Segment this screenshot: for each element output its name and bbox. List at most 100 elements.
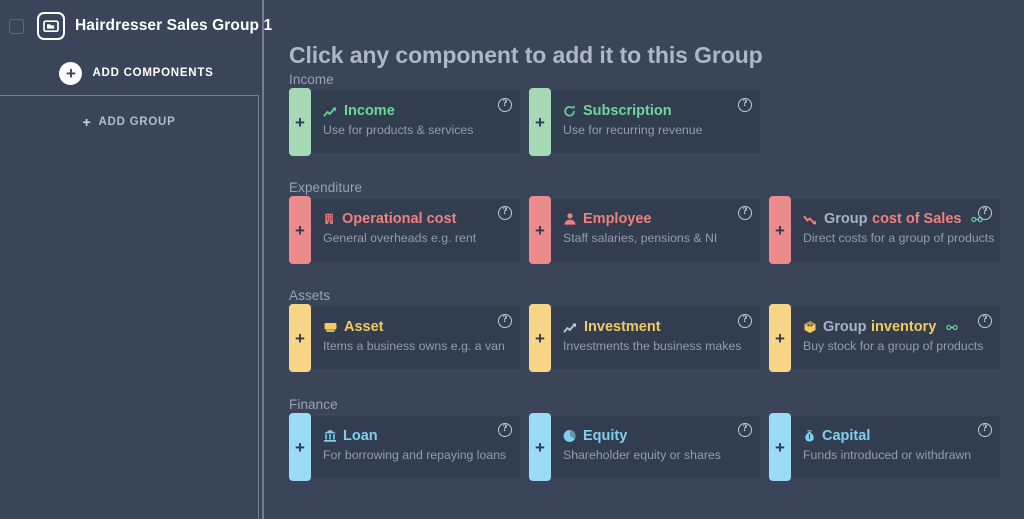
- card-subtitle: Shareholder equity or shares: [563, 447, 721, 462]
- help-icon[interactable]: ?: [978, 206, 992, 220]
- trending-up-icon: [563, 321, 578, 334]
- card-title: Income: [323, 103, 520, 120]
- component-cards-row: + Loan For borrowing and repaying loans? + E…: [289, 413, 1000, 481]
- section-expenditure: Expenditure + Operational cost General over…: [289, 180, 1000, 264]
- card-subtitle: Funds introduced or withdrawn: [803, 447, 972, 462]
- card-title-text: inventory: [871, 319, 937, 335]
- card-title-text: cost of Sales: [872, 211, 962, 227]
- card-title: Group inventory: [803, 319, 1000, 336]
- card-body: Loan For borrowing and repaying loans: [311, 416, 520, 478]
- add-component-grip[interactable]: +: [529, 88, 551, 156]
- add-group-button[interactable]: + ADD GROUP: [0, 107, 258, 137]
- plus-icon: +: [82, 114, 92, 130]
- help-icon[interactable]: ?: [978, 423, 992, 437]
- component-card-group-inventory[interactable]: + Group inventory Buy stock for a group of …: [769, 304, 1000, 372]
- card-subtitle: Investments the business makes: [563, 338, 742, 353]
- section-finance: Finance + Loan For borrowing and repaying l…: [289, 397, 1000, 481]
- help-icon[interactable]: ?: [738, 98, 752, 112]
- add-component-grip[interactable]: +: [289, 413, 311, 481]
- add-group-label: ADD GROUP: [98, 116, 176, 128]
- card-subtitle: Items a business owns e.g. a van: [323, 338, 505, 353]
- money-bag-icon: [803, 429, 816, 443]
- card-subtitle: For borrowing and repaying loans: [323, 447, 507, 462]
- card-title-text: Loan: [343, 428, 378, 444]
- component-card-income[interactable]: + Income Use for products & services?: [289, 88, 520, 156]
- group-select-checkbox[interactable]: [9, 18, 24, 34]
- folder-icon: [37, 12, 65, 40]
- section-label: Income: [289, 72, 334, 87]
- help-icon[interactable]: ?: [498, 98, 512, 112]
- card-title: Loan: [323, 428, 520, 445]
- card-title: Subscription: [563, 103, 760, 120]
- add-component-grip[interactable]: +: [529, 304, 551, 372]
- component-card-subscription[interactable]: + Subscription Use for recurring revenue?: [529, 88, 760, 156]
- section-label: Finance: [289, 397, 338, 412]
- add-component-grip[interactable]: +: [769, 413, 791, 481]
- group-header: Hairdresser Sales Group 1: [0, 0, 272, 52]
- add-component-grip[interactable]: +: [529, 413, 551, 481]
- component-cards-row: + Operational cost General overheads e.g. …: [289, 196, 1000, 264]
- add-component-grip[interactable]: +: [769, 196, 791, 264]
- card-title-text: Operational cost: [342, 211, 457, 227]
- card-body: Capital Funds introduced or withdrawn: [791, 416, 1000, 478]
- card-title: Investment: [563, 319, 760, 336]
- group-sidebar: Hairdresser Sales Group 1 + ADD COMPONEN…: [0, 0, 272, 519]
- add-component-grip[interactable]: +: [289, 196, 311, 264]
- card-title-text: Equity: [583, 428, 628, 444]
- component-card-employee[interactable]: + Employee Staff salaries, pensions & NI?: [529, 196, 760, 264]
- help-icon[interactable]: ?: [978, 314, 992, 328]
- trending-down-icon: [803, 213, 818, 226]
- card-subtitle: Use for recurring revenue: [563, 122, 703, 137]
- section-income: Income + Income Use for products & services…: [289, 72, 760, 156]
- card-body: Operational cost General overheads e.g. r…: [311, 199, 520, 261]
- add-component-grip[interactable]: +: [289, 304, 311, 372]
- help-icon[interactable]: ?: [738, 314, 752, 328]
- help-icon[interactable]: ?: [498, 206, 512, 220]
- card-body: Employee Staff salaries, pensions & NI: [551, 199, 760, 261]
- card-title: Asset: [323, 319, 520, 336]
- component-picker-panel: Click any component to add it to this Gr…: [264, 0, 1024, 519]
- person-icon: [563, 212, 577, 226]
- add-component-grip[interactable]: +: [289, 88, 311, 156]
- component-card-capital[interactable]: + Capital Funds introduced or withdrawn?: [769, 413, 1000, 481]
- card-body: Investment Investments the business makes: [551, 307, 760, 369]
- card-title: Operational cost: [323, 211, 520, 228]
- van-icon: [323, 320, 338, 334]
- add-component-grip[interactable]: +: [529, 196, 551, 264]
- card-title-text: Employee: [583, 211, 652, 227]
- help-icon[interactable]: ?: [738, 423, 752, 437]
- card-subtitle: Staff salaries, pensions & NI: [563, 230, 718, 245]
- app-root: Hairdresser Sales Group 1 + ADD COMPONEN…: [0, 0, 1024, 519]
- page-title: Click any component to add it to this Gr…: [289, 42, 763, 68]
- component-cards-row: + Asset Items a business owns e.g. a van? +…: [289, 304, 1000, 372]
- help-icon[interactable]: ?: [498, 314, 512, 328]
- component-card-investment[interactable]: + Investment Investments the business make…: [529, 304, 760, 372]
- group-drop-area: + ADD GROUP: [0, 95, 259, 519]
- card-title-prefix: Group: [824, 211, 868, 227]
- card-title: Equity: [563, 428, 760, 445]
- add-components-label: ADD COMPONENTS: [92, 67, 214, 79]
- component-card-group-cost-of-sales[interactable]: + Group cost of Sales Direct costs for a gr…: [769, 196, 1000, 264]
- card-title-text: Investment: [584, 319, 661, 335]
- component-card-equity[interactable]: + Equity Shareholder equity or shares?: [529, 413, 760, 481]
- add-components-button[interactable]: + ADD COMPONENTS: [0, 52, 259, 94]
- trending-up-icon: [323, 105, 338, 118]
- card-title-text: Income: [344, 103, 395, 119]
- link-icon: [943, 322, 961, 333]
- card-subtitle: Use for products & services: [323, 122, 474, 137]
- add-component-grip[interactable]: +: [769, 304, 791, 372]
- component-card-loan[interactable]: + Loan For borrowing and repaying loans?: [289, 413, 520, 481]
- card-title-prefix: Group: [823, 319, 867, 335]
- card-body: Subscription Use for recurring revenue: [551, 91, 760, 153]
- card-body: Group inventory Buy stock for a group of p…: [791, 307, 1000, 369]
- card-subtitle: Direct costs for a group of products: [803, 230, 995, 245]
- plus-circle-icon: +: [59, 61, 83, 85]
- card-title: Group cost of Sales: [803, 211, 1000, 228]
- pie-chart-icon: [563, 429, 577, 443]
- component-card-asset[interactable]: + Asset Items a business owns e.g. a van?: [289, 304, 520, 372]
- component-card-operational-cost[interactable]: + Operational cost General overheads e.g. …: [289, 196, 520, 264]
- help-icon[interactable]: ?: [498, 423, 512, 437]
- card-subtitle: General overheads e.g. rent: [323, 230, 477, 245]
- bank-icon: [323, 429, 337, 443]
- help-icon[interactable]: ?: [738, 206, 752, 220]
